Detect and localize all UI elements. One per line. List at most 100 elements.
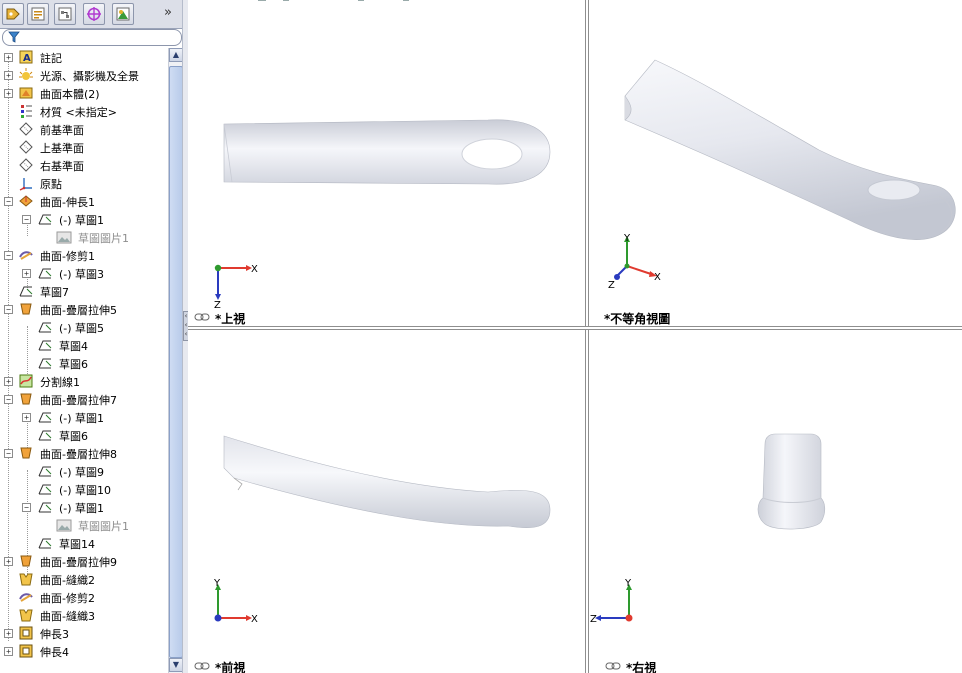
scroll-thumb[interactable] <box>169 66 183 658</box>
collapse-icon[interactable]: − <box>4 305 13 314</box>
collapse-icon[interactable]: − <box>4 197 13 206</box>
tree-item[interactable]: 上基準面 <box>0 138 168 156</box>
surface-loft-icon <box>20 303 32 315</box>
tree-item[interactable]: − (-) 草圖1 <box>0 498 168 516</box>
surface-knit-icon <box>19 573 33 586</box>
plane-icon <box>19 158 33 172</box>
tree-item[interactable]: 草圖4 <box>0 336 168 354</box>
tree-item[interactable]: 前基準面 <box>0 120 168 138</box>
more-tabs-button[interactable]: » <box>164 5 172 20</box>
expand-icon[interactable]: + <box>4 647 13 656</box>
sketch-icon <box>38 412 52 423</box>
tree-item[interactable]: − 曲面-修剪1 <box>0 246 168 264</box>
viewport-isometric[interactable]: Y X Z *不等角視圖 <box>589 0 962 326</box>
tree-item[interactable]: − 曲面-疊層拉伸8 <box>0 444 168 462</box>
feature-manager-panel: » + A 註記 + 光源、攝影機及全景 + 曲面本體(2) 材質 <未指定> 前基準面 上基準面… <box>0 0 184 673</box>
scroll-up-button[interactable]: ▲ <box>169 48 183 62</box>
collapse-icon[interactable]: − <box>22 215 31 224</box>
viewport-right[interactable]: Y Z *右視 <box>589 330 962 673</box>
collapse-icon[interactable]: − <box>4 449 13 458</box>
tree-item[interactable]: 草圖14 <box>0 534 168 552</box>
expand-icon[interactable]: + <box>4 53 13 62</box>
viewport-front[interactable]: Y X *前視 <box>188 330 585 673</box>
dimxpert-tab[interactable] <box>83 3 105 25</box>
expand-icon[interactable]: + <box>4 629 13 638</box>
tree-item[interactable]: + 光源、攝影機及全景 <box>0 66 168 84</box>
extrude-icon <box>19 626 33 640</box>
viewport-top[interactable]: X Z *上視 <box>188 0 585 326</box>
axis-x-label: X <box>251 614 258 625</box>
tree-item[interactable]: − 曲面-伸長1 <box>0 192 168 210</box>
tree-item[interactable]: − 曲面-疊層拉伸7 <box>0 390 168 408</box>
axis-z-label: Z <box>608 280 615 291</box>
axis-y-label: Y <box>624 578 632 589</box>
sketch-icon <box>38 358 52 369</box>
tree-item[interactable]: + (-) 草圖1 <box>0 408 168 426</box>
tree-item[interactable]: + A 註記 <box>0 48 168 66</box>
tree-scrollbar[interactable]: ▲ ▼ <box>168 48 183 673</box>
link-views-icon[interactable] <box>605 661 621 671</box>
tree-item[interactable]: 材質 <未指定> <box>0 102 168 120</box>
tree-item[interactable]: + 伸長4 <box>0 642 168 660</box>
link-views-icon[interactable] <box>194 312 210 322</box>
tree-item-label: 曲面-縫織2 <box>40 574 95 587</box>
axis-z-label: Z <box>214 300 221 308</box>
tree-item[interactable]: 草圖圖片1 <box>0 516 168 534</box>
tree-item-label: 曲面-疊層拉伸5 <box>40 304 117 317</box>
link-views-icon[interactable] <box>194 661 210 671</box>
tree-item[interactable]: + 曲面-疊層拉伸9 <box>0 552 168 570</box>
expand-icon[interactable]: + <box>4 89 13 98</box>
tree-item[interactable]: + 伸長3 <box>0 624 168 642</box>
property-manager-tab[interactable] <box>27 3 49 25</box>
viewport-label: *不等角視圖 <box>604 312 671 326</box>
sketch-icon <box>38 502 52 513</box>
sketch-icon <box>38 340 52 351</box>
tree-item-label: (-) 草圖1 <box>59 214 105 227</box>
expand-icon[interactable]: + <box>22 269 31 278</box>
surface-bodies-icon <box>19 87 33 99</box>
tree-item-label: 曲面-伸長1 <box>40 196 95 209</box>
tree-item[interactable]: 曲面-縫織3 <box>0 606 168 624</box>
sketch-icon <box>38 484 52 495</box>
tree-item[interactable]: 草圖6 <box>0 426 168 444</box>
expand-icon[interactable]: + <box>22 413 31 422</box>
feature-tree: + A 註記 + 光源、攝影機及全景 + 曲面本體(2) 材質 <未指定> 前基準面 上基準面 右基… <box>0 48 168 668</box>
display-manager-icon <box>116 7 130 21</box>
lights-icon <box>19 68 33 80</box>
display-manager-tab[interactable] <box>112 3 134 25</box>
origin-icon <box>19 178 32 191</box>
expand-icon[interactable]: + <box>4 377 13 386</box>
tree-item[interactable]: (-) 草圖9 <box>0 462 168 480</box>
tree-item[interactable]: 曲面-修剪2 <box>0 588 168 606</box>
tree-item[interactable]: (-) 草圖10 <box>0 480 168 498</box>
feature-manager-tab[interactable] <box>2 3 24 25</box>
tree-filter[interactable] <box>2 29 182 46</box>
tree-item[interactable]: 草圖圖片1 <box>0 228 168 246</box>
tree-item[interactable]: − (-) 草圖1 <box>0 210 168 228</box>
surface-loft-icon <box>20 555 32 567</box>
scroll-down-button[interactable]: ▼ <box>169 658 183 672</box>
collapse-icon[interactable]: − <box>4 251 13 260</box>
tree-item[interactable]: − 曲面-疊層拉伸5 <box>0 300 168 318</box>
tree-item[interactable]: 草圖6 <box>0 354 168 372</box>
tree-item-label: 光源、攝影機及全景 <box>40 70 139 83</box>
tree-item[interactable]: 草圖7 <box>0 282 168 300</box>
tree-item[interactable]: (-) 草圖5 <box>0 318 168 336</box>
tree-item-label: (-) 草圖5 <box>59 322 105 335</box>
collapse-icon[interactable]: − <box>22 503 31 512</box>
expand-icon[interactable]: + <box>4 557 13 566</box>
dimxpert-icon <box>87 7 101 21</box>
viewport-label: *右視 <box>626 661 657 673</box>
configuration-manager-tab[interactable] <box>54 3 76 25</box>
tree-item-label: 曲面-疊層拉伸8 <box>40 448 117 461</box>
tree-item[interactable]: 曲面-縫織2 <box>0 570 168 588</box>
tree-item[interactable]: 右基準面 <box>0 156 168 174</box>
tree-item[interactable]: + (-) 草圖3 <box>0 264 168 282</box>
tree-item[interactable]: 原點 <box>0 174 168 192</box>
tree-item[interactable]: + 曲面本體(2) <box>0 84 168 102</box>
axis-x-label: X <box>251 264 258 275</box>
tree-item-label: 上基準面 <box>40 142 84 155</box>
expand-icon[interactable]: + <box>4 71 13 80</box>
collapse-icon[interactable]: − <box>4 395 13 404</box>
tree-item[interactable]: + 分割線1 <box>0 372 168 390</box>
